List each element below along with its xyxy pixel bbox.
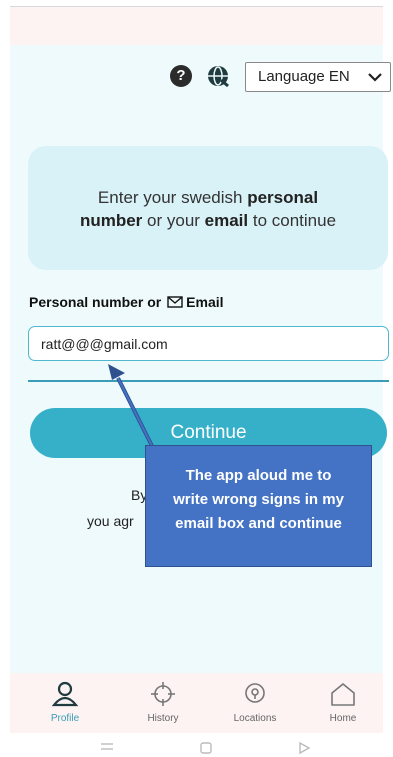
back-button-icon[interactable] [297,741,311,755]
chevron-down-icon [368,73,382,82]
annotation-line-2: write wrong signs in my [173,491,344,508]
language-label: Language EN [258,68,350,85]
annotation-line-3: email box and continue [175,515,342,532]
home-button-icon[interactable] [199,741,213,755]
nav-item-locations[interactable]: Locations [220,681,290,724]
form-divider [28,380,389,382]
instruction-line-2: number or your email to continue [79,211,337,230]
home-icon [331,683,355,706]
email-field[interactable] [28,326,389,361]
annotation-callout: The app aloud me to write wrong signs in… [145,445,372,567]
person-icon [51,681,79,707]
system-nav-bar [0,737,393,757]
bottom-nav: Profile History Locations Home [10,673,383,733]
envelope-icon [167,296,183,308]
instruction-card: Enter your swedish personal number or yo… [28,146,388,270]
language-select[interactable]: Language EN [245,62,391,92]
nav-label-profile: Profile [50,713,80,724]
top-toolbar: ? Language EN [10,60,391,94]
nav-item-profile[interactable]: Profile [30,681,100,724]
help-circle-icon[interactable]: ? [170,65,192,87]
instruction-line-1: Enter your swedish personal [97,188,319,207]
nav-item-history[interactable]: History [128,681,198,724]
status-strip [10,7,383,45]
crosshair-icon [151,682,175,706]
annotation-line-1: The app aloud me to [185,467,332,484]
nav-label-locations: Locations [233,713,277,724]
nav-item-home[interactable]: Home [308,681,378,724]
nav-label-home: Home [329,713,357,724]
email-field-label: Personal number or Email [29,294,224,310]
globe-icon[interactable] [206,65,230,87]
terms-text-line-2: you agr [87,513,134,529]
location-pin-icon [245,683,265,703]
recent-apps-icon[interactable] [99,741,115,753]
nav-label-history: History [147,713,179,724]
